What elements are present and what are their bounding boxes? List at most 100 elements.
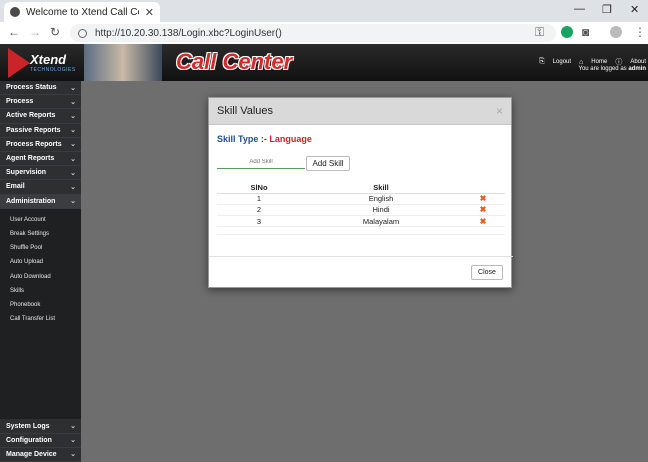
logo-mark-icon (8, 48, 30, 78)
submenu-item-user-account[interactable]: User Account (0, 213, 81, 227)
chevron-down-icon: ⌄ (70, 198, 76, 206)
sidebar-bottom-menu: System Logs ⌄ Configuration ⌄ Manage Devic… (0, 419, 81, 462)
modal-header: Skill Values × (209, 98, 511, 125)
submenu-item-call-transfer-list[interactable]: Call Transfer List (0, 312, 81, 326)
column-header-skill: Skill (301, 182, 461, 194)
skill-cell: Malayalam (301, 215, 461, 228)
site-favicon-icon (10, 7, 20, 17)
table-row: 1 English ✖ (217, 193, 505, 205)
sidebar-item-agent-reports[interactable]: Agent Reports ⌄ (0, 151, 81, 167)
modal-title: Skill Values (217, 105, 274, 117)
close-button[interactable]: Close (471, 265, 503, 280)
profile-avatar-icon[interactable] (610, 26, 622, 38)
restore-icon[interactable]: ❐ (602, 3, 612, 16)
delete-icon[interactable]: ✖ (480, 194, 487, 203)
logo-subtext: TECHNOLOGIES (30, 67, 76, 73)
key-icon[interactable]: ⚿ (535, 25, 544, 40)
logged-user: admin (628, 66, 646, 72)
sidebar-item-passive-reports[interactable]: Passive Reports ⌄ (0, 123, 81, 138)
about-link[interactable]: About (630, 59, 646, 65)
add-skill-button[interactable]: Add Skill (306, 156, 350, 171)
submenu-item-auto-upload[interactable]: Auto Upload (0, 255, 81, 269)
site-info-icon[interactable] (78, 28, 87, 38)
modal-footer-divider (209, 256, 513, 257)
sidebar-item-label: Manage Device (6, 450, 57, 458)
sidebar-item-label: Supervision (6, 169, 47, 177)
table-row: 2 Hindi ✖ (217, 204, 505, 217)
home-link[interactable]: Home (591, 59, 607, 65)
sidebar: Process Status ⌄ Process ⌄ Active Reports ⌄… (0, 81, 81, 462)
sidebar-item-system-logs[interactable]: System Logs ⌄ (0, 419, 81, 434)
skill-values-modal: Skill Values × Skill Type :- Language Ad… (208, 97, 513, 288)
submenu-item-auto-download[interactable]: Auto Download (0, 269, 81, 283)
delete-cell: ✖ (461, 215, 505, 228)
sidebar-item-active-reports[interactable]: Active Reports ⌄ (0, 109, 81, 124)
skill-cell: English (301, 193, 461, 205)
submenu-item-shuffle-pool[interactable]: Shuffle Pool (0, 241, 81, 255)
brand-title: Call Center (176, 49, 293, 74)
delete-cell: ✖ (461, 193, 505, 205)
slno-cell: 1 (217, 193, 301, 205)
url-field[interactable]: http://10.20.30.138/Login.xbc?LoginUser(… (70, 24, 556, 42)
grammarly-icon[interactable] (561, 26, 573, 38)
delete-icon[interactable]: ✖ (480, 217, 487, 226)
column-header-slno: SlNo (217, 182, 301, 194)
window-close-icon[interactable]: ✕ (630, 3, 639, 16)
forward-icon[interactable]: → (29, 25, 41, 39)
chevron-down-icon: ⌄ (70, 183, 76, 191)
logo-text: Xtend (30, 52, 67, 67)
chevron-down-icon: ⌄ (70, 112, 76, 120)
back-icon[interactable]: ← (8, 25, 20, 39)
sidebar-item-supervision[interactable]: Supervision ⌄ (0, 166, 81, 181)
skill-type-value: Language (269, 134, 312, 144)
logout-link[interactable]: Logout (553, 59, 571, 65)
sidebar-item-label: Active Reports (6, 112, 56, 120)
modal-close-icon[interactable]: × (496, 104, 503, 118)
sidebar-item-process-status[interactable]: Process Status ⌄ (0, 81, 81, 96)
menu-kebab-icon[interactable]: ⋮ (634, 25, 646, 39)
logged-as-label: You are logged as (578, 66, 627, 72)
reload-icon[interactable]: ↻ (50, 25, 60, 39)
administration-submenu: User Account Break Settings Shuffle Pool… (0, 209, 81, 327)
agent-photo (84, 44, 162, 81)
add-skill-input[interactable] (217, 156, 305, 169)
submenu-item-skills[interactable]: Skills (0, 284, 81, 298)
chevron-down-icon: ⌄ (70, 423, 76, 431)
tab-title: Welcome to Xtend Call Center (26, 6, 139, 18)
slno-cell: 3 (217, 215, 301, 228)
submenu-item-break-settings[interactable]: Break Settings (0, 227, 81, 241)
sidebar-item-label: Process Reports (6, 140, 62, 148)
chevron-down-icon: ⌄ (70, 141, 76, 149)
sidebar-item-label: Agent Reports (6, 155, 55, 163)
camera-icon[interactable]: ◙ (582, 25, 589, 39)
chevron-down-icon: ⌄ (70, 84, 76, 92)
chevron-down-icon: ⌄ (70, 437, 76, 445)
delete-icon[interactable]: ✖ (480, 205, 487, 214)
sidebar-item-label: Administration (6, 197, 56, 205)
sidebar-item-label: Email (6, 183, 25, 191)
sidebar-item-label: Passive Reports (6, 126, 61, 134)
submenu-item-phonebook[interactable]: Phonebook (0, 298, 81, 312)
sidebar-item-label: Configuration (6, 436, 52, 444)
sidebar-item-process-reports[interactable]: Process Reports ⌄ (0, 137, 81, 152)
chevron-down-icon: ⌄ (70, 169, 76, 177)
xtend-logo: Xtend TECHNOLOGIES (8, 48, 78, 78)
table-row: 3 Malayalam ✖ (217, 215, 505, 228)
close-tab-icon[interactable]: ✕ (145, 6, 154, 19)
chevron-down-icon: ⌄ (70, 127, 76, 135)
sidebar-item-administration[interactable]: Administration ⌄ (0, 194, 81, 209)
chevron-down-icon: ⌄ (70, 98, 76, 106)
sidebar-item-email[interactable]: Email ⌄ (0, 180, 81, 195)
sidebar-item-label: Process Status (6, 84, 57, 92)
minimize-icon[interactable]: — (574, 3, 585, 15)
slno-cell: 2 (217, 204, 301, 217)
browser-tab[interactable]: Welcome to Xtend Call Center ✕ (4, 2, 160, 22)
address-bar-row: ← → ↻ http://10.20.30.138/Login.xbc?Logi… (0, 22, 648, 44)
chevron-down-icon: ⌄ (70, 155, 76, 163)
sidebar-item-configuration[interactable]: Configuration ⌄ (0, 433, 81, 448)
sidebar-item-label: Process (6, 98, 34, 106)
chevron-down-icon: ⌄ (70, 451, 76, 459)
sidebar-item-process[interactable]: Process ⌄ (0, 95, 81, 110)
sidebar-item-manage-device[interactable]: Manage Device ⌄ (0, 447, 81, 462)
table-header-row: SlNo Skill (217, 182, 505, 194)
